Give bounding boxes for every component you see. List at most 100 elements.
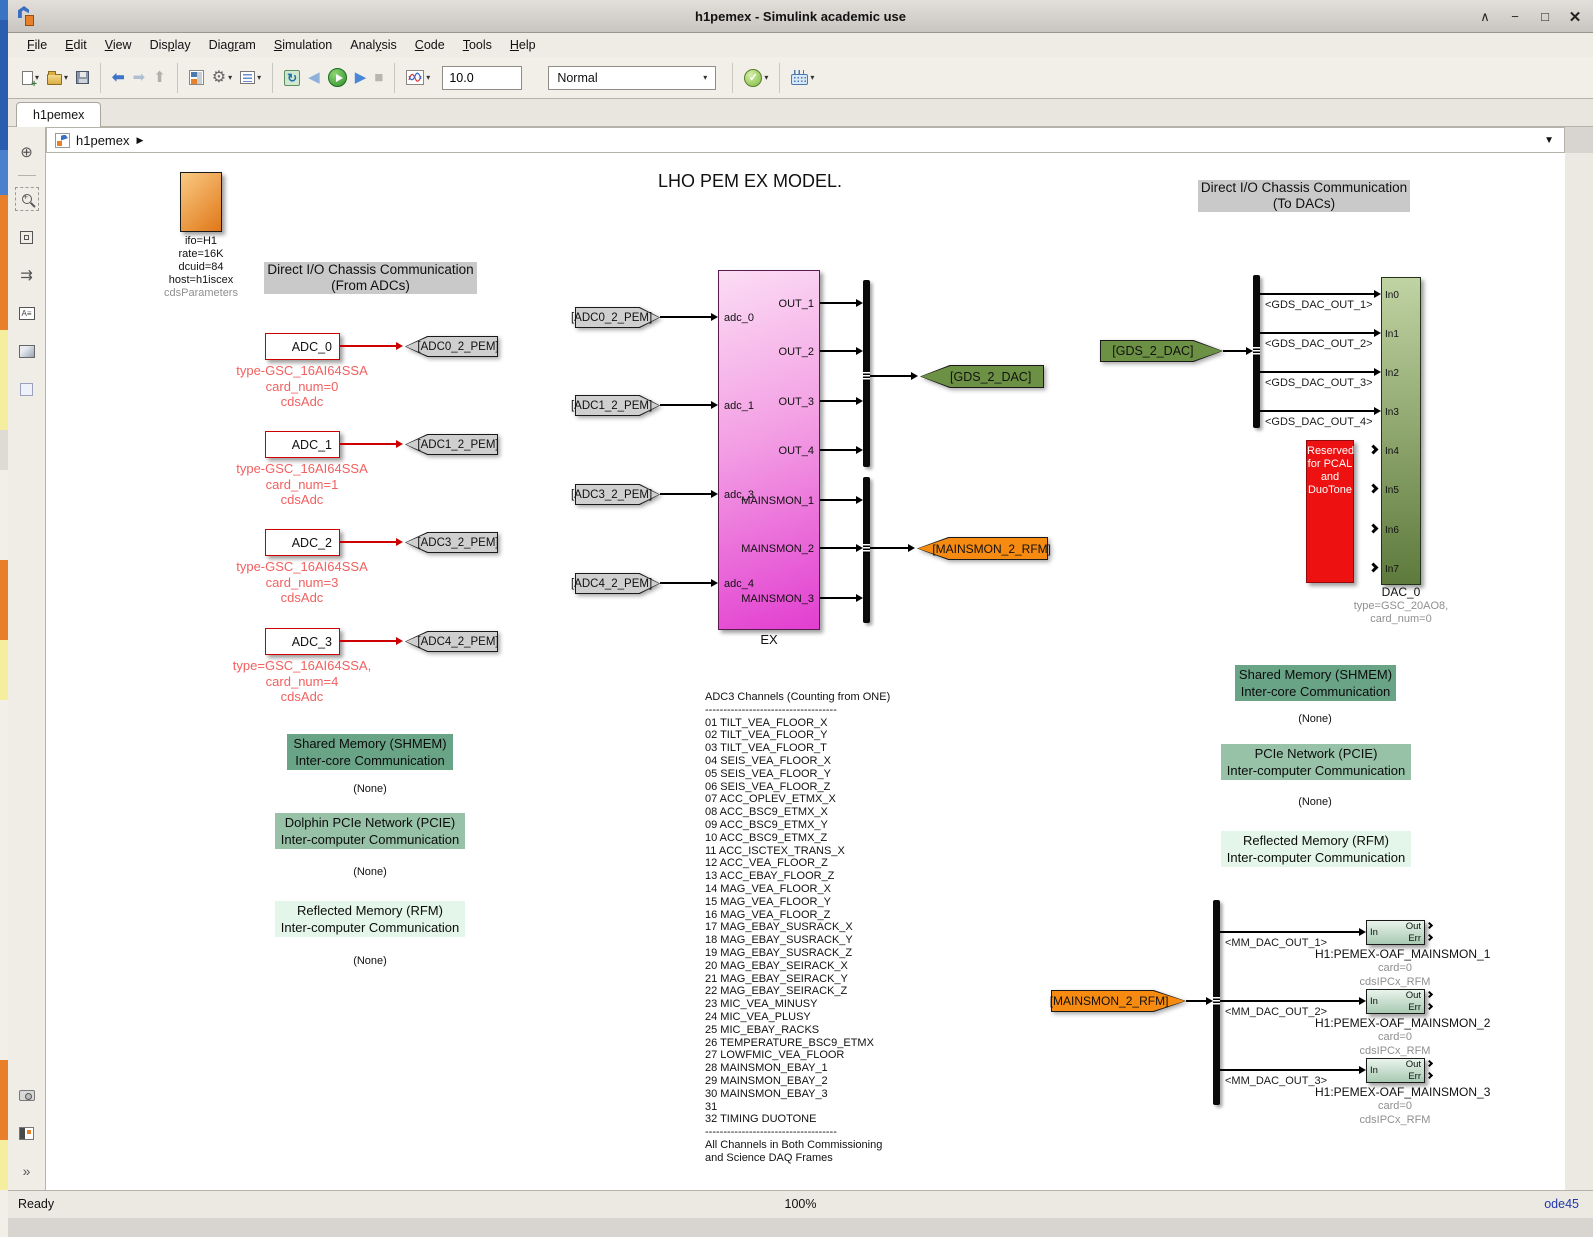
goto-tag[interactable]: [ADC0_2_PEM] — [405, 336, 498, 357]
from-tag[interactable]: [ADC4_2_PEM] — [575, 573, 660, 594]
chevron-down-icon[interactable]: ▾ — [257, 73, 261, 82]
list-panel-icon — [240, 71, 255, 84]
menu-help[interactable]: Help — [501, 36, 545, 54]
goto-tag[interactable]: [ADC4_2_PEM] — [405, 631, 498, 652]
ipc-block[interactable]: In Out Err — [1366, 1058, 1425, 1083]
cds-parameters-block[interactable] — [180, 172, 222, 232]
channel-line: 02 TILT_VEA_FLOOR_Y — [705, 729, 965, 742]
close-button[interactable]: ✕ — [1567, 8, 1583, 26]
annotation-button[interactable]: A≡ — [15, 301, 39, 325]
up-to-parent-button[interactable]: ⬆ — [150, 67, 169, 88]
model-configuration-button[interactable]: ⚙▾ — [209, 67, 235, 88]
channel-line: 16 MAG_VEA_FLOOR_Z — [705, 909, 965, 922]
channel-line: 10 ACC_BSC9_ETMX_Z — [705, 832, 965, 845]
zoom-button[interactable] — [15, 187, 39, 211]
menu-edit[interactable]: Edit — [56, 36, 96, 54]
model-explorer-button[interactable]: ▾ — [237, 68, 264, 87]
unconnected-port-icon — [1426, 1003, 1433, 1010]
update-diagram-button[interactable]: ↻ — [281, 67, 303, 89]
simulation-mode-select[interactable]: Normal ▾ — [548, 66, 716, 90]
arrowhead — [856, 496, 863, 504]
tab-h1pemex[interactable]: h1pemex — [16, 102, 101, 127]
area-box-button[interactable] — [15, 377, 39, 401]
forward-button[interactable]: ➡ — [130, 67, 149, 88]
chevron-down-icon[interactable]: ▾ — [228, 73, 232, 82]
menu-display[interactable]: Display — [141, 36, 200, 54]
menu-code[interactable]: Code — [406, 36, 454, 54]
from-tag[interactable]: [ADC0_2_PEM] — [575, 307, 660, 328]
menu-view[interactable]: View — [96, 36, 141, 54]
title-bar[interactable]: h1pemex - Simulink academic use ∧ − □ ✕ — [8, 0, 1593, 33]
goto-tag-mainsmon[interactable]: [MAINSMON_2_RFM] — [917, 537, 1048, 560]
run-button[interactable] — [325, 65, 350, 90]
stop-button[interactable]: ■ — [371, 67, 386, 88]
reserved-block[interactable]: Reservedfor PCALandDuoTone — [1306, 440, 1354, 583]
breadcrumb[interactable]: h1pemex ▶ ▼ — [46, 127, 1565, 153]
new-model-button[interactable]: ▾ — [19, 68, 42, 88]
chevron-down-icon[interactable]: ▾ — [426, 73, 430, 82]
ex-subsystem-block[interactable]: adc_0 adc_1 adc_3 adc_4 OUT_1 OUT_2 OUT_… — [718, 270, 820, 630]
model-advisor-button[interactable]: ✓▾ — [741, 66, 771, 90]
solver-name[interactable]: ode45 — [1544, 1197, 1579, 1211]
adc-block[interactable]: ADC_2 — [265, 529, 340, 556]
menu-simulation[interactable]: Simulation — [265, 36, 341, 54]
goto-tag[interactable]: [ADC3_2_PEM] — [405, 532, 498, 553]
toolbar-separator — [732, 63, 733, 93]
stop-time-input[interactable] — [442, 66, 522, 90]
arrowhead — [711, 490, 718, 498]
arrowhead — [1246, 347, 1253, 355]
chevron-down-icon[interactable]: ▾ — [64, 73, 68, 82]
library-browser-button[interactable] — [186, 67, 207, 88]
from-tag[interactable]: [ADC3_2_PEM] — [575, 484, 660, 505]
signal-line — [660, 582, 711, 584]
signal-line — [1260, 332, 1374, 334]
from-tag-gds[interactable]: [GDS_2_DAC] — [1100, 340, 1223, 362]
simulation-data-inspector-button[interactable]: ▾ — [403, 67, 433, 88]
signal-label: <MM_DAC_OUT_3> — [1225, 1075, 1327, 1087]
step-forward-button[interactable]: ▶ — [352, 67, 370, 88]
menu-analysis[interactable]: Analysis — [341, 36, 406, 54]
expand-sidebar-button[interactable]: » — [15, 1159, 39, 1183]
maximize-button[interactable]: □ — [1537, 9, 1553, 24]
adc-block[interactable]: ADC_1 — [265, 431, 340, 458]
chevron-down-icon[interactable]: ▾ — [764, 73, 768, 82]
save-button[interactable] — [73, 68, 92, 87]
breadcrumb-dropdown-icon[interactable]: ▼ — [1544, 135, 1554, 146]
signal-line — [1186, 1000, 1206, 1002]
channel-line: 28 MAINSMON_EBAY_1 — [705, 1062, 965, 1075]
screenshot-button[interactable] — [15, 1083, 39, 1107]
fit-to-view-button[interactable] — [15, 225, 39, 249]
back-button[interactable]: ⬅ — [109, 67, 128, 88]
background-window-strip — [0, 0, 8, 1237]
play-icon — [328, 68, 347, 87]
adc-block[interactable]: ADC_0 — [265, 333, 340, 360]
model-canvas[interactable]: LHO PEM EX MODEL. ifo=H1 rate=16K dcuid=… — [46, 153, 1565, 1190]
from-tag-mainsmon[interactable]: [MAINSMON_2_RFM] — [1051, 990, 1186, 1012]
signal-line — [820, 350, 856, 352]
arrowhead — [396, 637, 403, 645]
step-back-button[interactable]: ◀ — [305, 67, 323, 88]
goto-tag[interactable]: [ADC1_2_PEM] — [405, 434, 498, 455]
ipc-block[interactable]: In Out Err — [1366, 920, 1425, 945]
control-panel-button[interactable]: ▾ — [788, 67, 817, 88]
menu-tools[interactable]: Tools — [454, 36, 501, 54]
menu-diagram[interactable]: Diagram — [200, 36, 265, 54]
signal-line — [820, 449, 856, 451]
rollup-button[interactable]: ∧ — [1477, 9, 1493, 25]
breadcrumb-root[interactable]: h1pemex — [76, 133, 129, 148]
menu-file[interactable]: File — [18, 36, 56, 54]
minimize-button[interactable]: − — [1507, 9, 1523, 24]
from-tag[interactable]: [ADC1_2_PEM] — [575, 395, 660, 416]
goto-tag-gds[interactable]: [GDS_2_DAC] — [920, 365, 1044, 388]
open-model-button[interactable]: ▾ — [44, 68, 71, 88]
image-annotation-button[interactable] — [15, 339, 39, 363]
chevron-down-icon[interactable]: ▾ — [810, 73, 814, 82]
sample-time-legend-button[interactable] — [15, 1121, 39, 1145]
arrowhead — [908, 544, 915, 552]
adc-block[interactable]: ADC_3 — [265, 628, 340, 655]
channel-line: 03 TILT_VEA_FLOOR_T — [705, 742, 965, 755]
dac-block[interactable]: In0 In1 In2 In3 In4 In5 In6 In7 — [1381, 277, 1421, 585]
hide-model-browser-button[interactable]: ⊕ — [15, 140, 39, 164]
ipc-block[interactable]: In Out Err — [1366, 989, 1425, 1014]
signal-routing-button[interactable]: ⇉ — [15, 263, 39, 287]
